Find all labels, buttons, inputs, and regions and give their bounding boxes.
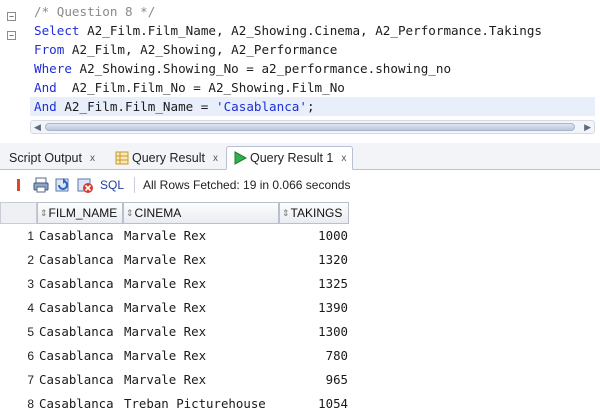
cell-cinema[interactable]: Treban Picturehouse [124,392,266,416]
fetch-status: All Rows Fetched: 19 in 0.066 seconds [143,178,351,192]
editor-line-3[interactable]: From A2_Film, A2_Showing, A2_Performance [34,40,337,59]
scroll-right-icon[interactable]: ▶ [584,122,591,132]
print-icon[interactable] [32,176,50,194]
editor-line-4[interactable]: Where A2_Showing.Showing_No = a2_perform… [34,59,451,78]
editor-line-5[interactable]: And A2_Film.Film_No = A2_Showing.Film_No [34,78,345,97]
table-row[interactable]: 5 Casablanca Marvale Rex 1300 [0,320,350,344]
table-row[interactable]: 1 Casablanca Marvale Rex 1000 [0,224,350,248]
column-header-cinema[interactable]: ⇕ CINEMA [123,202,279,224]
results-grid[interactable]: ⇕ FILM_NAME ⇕ CINEMA ⇕ TAKINGS 1 Casabla… [0,200,600,420]
scroll-left-icon[interactable]: ◀ [34,122,41,132]
cell-cinema[interactable]: Marvale Rex [124,320,206,344]
row-number: 1 [27,229,34,243]
cell-film-name[interactable]: Casablanca [39,368,114,392]
column-header-label: FILM_NAME [48,206,118,220]
collapse-fold-icon[interactable]: − [7,31,16,40]
sort-icon[interactable]: ⇕ [126,208,133,219]
cell-takings[interactable]: 1325 [280,272,348,296]
editor-line-2[interactable]: Select A2_Film.Film_Name, A2_Showing.Cin… [34,21,542,40]
cell-takings[interactable]: 1054 [280,392,348,416]
refresh-icon[interactable] [54,176,72,194]
cell-cinema[interactable]: Marvale Rex [124,368,206,392]
code-token: A2_Showing.Showing_No = a2_performance.s… [71,61,452,76]
cell-film-name[interactable]: Casablanca [39,248,114,272]
close-icon[interactable]: x [341,153,346,164]
tab-query-result-1[interactable]: Query Result 1 x [226,146,354,170]
results-toolbar: SQL All Rows Fetched: 19 in 0.066 second… [0,171,600,199]
code-token: A2_Film.Film_Name = [56,99,216,114]
table-row[interactable]: 3 Casablanca Marvale Rex 1325 [0,272,350,296]
editor-gutter: − − [0,0,22,116]
tab-label: Query Result 1 [250,151,334,165]
editor-horizontal-scrollbar[interactable]: ◀ ▶ [30,120,595,134]
code-token: Select [34,23,80,38]
collapse-fold-icon[interactable]: − [7,12,16,21]
code-token: A2_Film, A2_Showing, A2_Performance [64,42,338,57]
grid-header-row: ⇕ FILM_NAME ⇕ CINEMA ⇕ TAKINGS [0,202,350,224]
table-row[interactable]: 2 Casablanca Marvale Rex 1320 [0,248,350,272]
cell-takings[interactable]: 1300 [280,320,348,344]
tab-label: Query Result [132,151,205,165]
results-tab-bar: Script Output x Query Result x Query Res… [0,143,600,170]
cell-film-name[interactable]: Casablanca [39,344,114,368]
cell-cinema[interactable]: Marvale Rex [124,344,206,368]
grid-result-icon [115,151,129,165]
cell-film-name[interactable]: Casablanca [39,224,114,248]
table-row[interactable]: 6 Casablanca Marvale Rex 780 [0,344,350,368]
tab-query-result[interactable]: Query Result x [108,146,225,170]
run-play-icon [233,151,248,165]
code-token: A2_Film.Film_Name, A2_Showing.Cinema, A2… [79,23,543,38]
column-header-film-name[interactable]: ⇕ FILM_NAME [37,202,123,224]
code-token: /* Question 8 */ [34,4,156,19]
cell-cinema[interactable]: Marvale Rex [124,248,206,272]
code-token: Where [34,61,72,76]
code-token: From [34,42,65,57]
close-icon[interactable]: x [90,153,95,164]
row-number: 5 [27,325,34,339]
scrollbar-thumb[interactable] [45,123,575,131]
tab-label: Script Output [9,151,82,165]
tab-script-output[interactable]: Script Output x [2,146,102,170]
cell-takings[interactable]: 1390 [280,296,348,320]
code-token: ; [306,99,315,114]
close-icon[interactable]: x [213,153,218,164]
column-header-label: TAKINGS [290,206,343,220]
cell-film-name[interactable]: Casablanca [39,392,114,416]
cell-cinema[interactable]: Marvale Rex [124,296,206,320]
cell-film-name[interactable]: Casablanca [39,320,114,344]
pin-icon[interactable] [10,176,28,194]
code-token: And [34,99,57,114]
sort-icon[interactable]: ⇕ [40,208,47,219]
table-row[interactable]: 8 Casablanca Treban Picturehouse 1054 [0,392,350,416]
row-number: 3 [27,277,34,291]
sql-button[interactable]: SQL [100,178,124,192]
code-token: And [34,80,57,95]
column-header-label: CINEMA [134,206,182,220]
table-row[interactable]: 7 Casablanca Marvale Rex 965 [0,368,350,392]
sql-editor[interactable]: − − /* Question 8 */ Select A2_Film.Film… [0,0,600,116]
sort-icon[interactable]: ⇕ [282,208,289,219]
cell-film-name[interactable]: Casablanca [39,272,114,296]
cell-film-name[interactable]: Casablanca [39,296,114,320]
cancel-query-icon[interactable] [76,176,94,194]
row-number: 7 [27,373,34,387]
cell-takings[interactable]: 1320 [280,248,348,272]
row-header-corner [0,202,37,224]
table-row[interactable]: 4 Casablanca Marvale Rex 1390 [0,296,350,320]
editor-line-6[interactable]: And A2_Film.Film_Name = 'Casablanca'; [30,97,595,116]
toolbar-divider [134,177,136,193]
editor-line-1[interactable]: /* Question 8 */ [34,2,155,21]
code-token: A2_Film.Film_No = A2_Showing.Film_No [56,80,345,95]
row-number: 6 [27,349,34,363]
cell-takings[interactable]: 965 [280,368,348,392]
cell-cinema[interactable]: Marvale Rex [124,224,206,248]
cell-takings[interactable]: 780 [280,344,348,368]
cell-takings[interactable]: 1000 [280,224,348,248]
cell-cinema[interactable]: Marvale Rex [124,272,206,296]
row-number: 4 [27,301,34,315]
column-header-takings[interactable]: ⇕ TAKINGS [279,202,349,224]
row-number: 2 [27,253,34,267]
code-token: 'Casablanca' [215,99,307,114]
row-number: 8 [27,397,34,411]
